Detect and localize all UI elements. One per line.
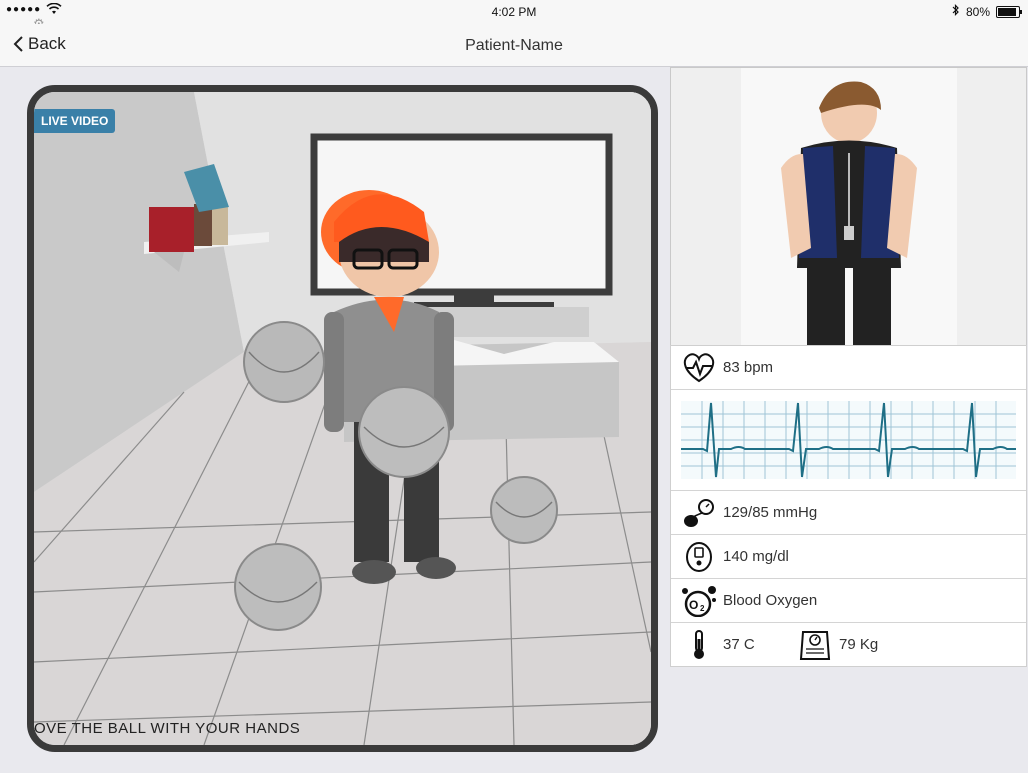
blood-oxygen-row: O2 Blood Oxygen [671,579,1026,623]
oxygen-icon: O2 [681,585,717,617]
bluetooth-icon [952,4,960,19]
blood-pressure-row: 129/85 mmHg [671,491,1026,535]
game-scene [34,92,651,745]
patient-figure [781,81,917,345]
temperature-value: 37 C [723,636,755,653]
svg-text:O: O [689,598,698,612]
page-title: Patient-Name [465,37,563,54]
thermometer-icon [681,629,717,661]
ecg-trace [681,401,1016,479]
navigation-bar: Back Patient-Name [0,24,1028,67]
svg-text:2: 2 [700,604,705,613]
blood-pressure-icon [681,497,717,529]
live-video-badge: LIVE VIDEO [34,109,116,133]
game-instruction: OVE THE BALL WITH YOUR HANDS [34,720,301,737]
clock: 4:02 PM [491,5,537,19]
heart-rate-row: 83 bpm [671,346,1026,390]
glucose-meter-icon [681,541,717,573]
status-bar: ●●●●● 4:02 PM 80% [0,0,1028,24]
ecg-chart [671,390,1026,491]
glucose-row: 140 mg/dl [671,535,1026,579]
scale-icon [797,629,833,661]
live-video-view[interactable]: LIVE VIDEO OVE THE BALL WITH YOUR HANDS [27,85,658,752]
heart-rate-value: 83 bpm [723,359,774,376]
photo-background [741,68,957,345]
weight-value: 79 Kg [839,636,879,653]
temperature-weight-row: 37 C 79 Kg [671,623,1026,666]
patient-photo [670,67,1027,346]
battery-icon [996,5,1022,18]
vitals-panel: 83 bpm 129/85 mmHg 140 mg/dl O 2 Blood O… [670,345,1027,667]
glucose-value: 140 mg/dl [723,548,789,565]
battery-percent: 80% [965,4,990,19]
blood-pressure-value: 129/85 mmHg [723,504,818,521]
heart-pulse-icon [681,352,717,384]
blood-oxygen-label: Blood Oxygen [723,592,818,609]
